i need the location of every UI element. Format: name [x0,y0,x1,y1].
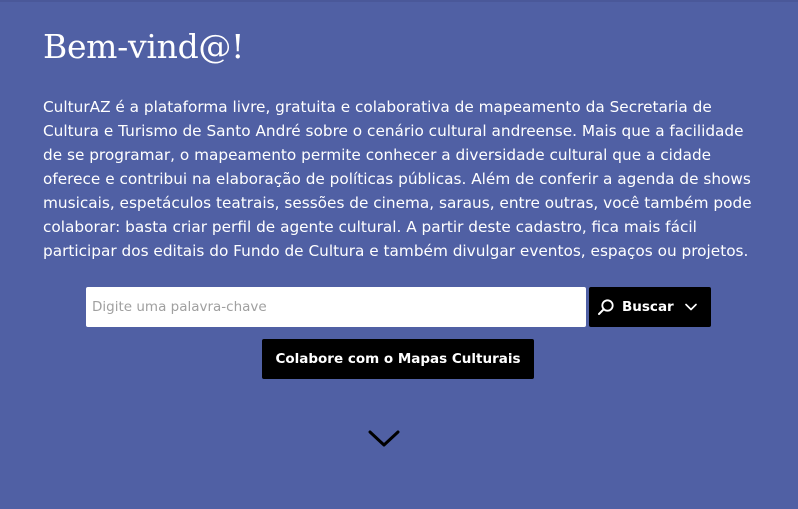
search-input[interactable] [86,287,586,327]
search-button[interactable]: Buscar [589,287,711,327]
intro-paragraph: CulturAZ é a plataforma livre, gratuita … [43,98,752,260]
search-icon [598,299,614,315]
page-title: Bem-vind@! [43,27,245,66]
chevron-down-icon[interactable] [685,301,697,313]
scroll-down-chevron-icon[interactable] [367,426,401,450]
search-button-label: Buscar [622,299,674,315]
colabore-button[interactable]: Colabore com o Mapas Culturais [262,339,534,379]
top-edge-line [0,0,798,2]
